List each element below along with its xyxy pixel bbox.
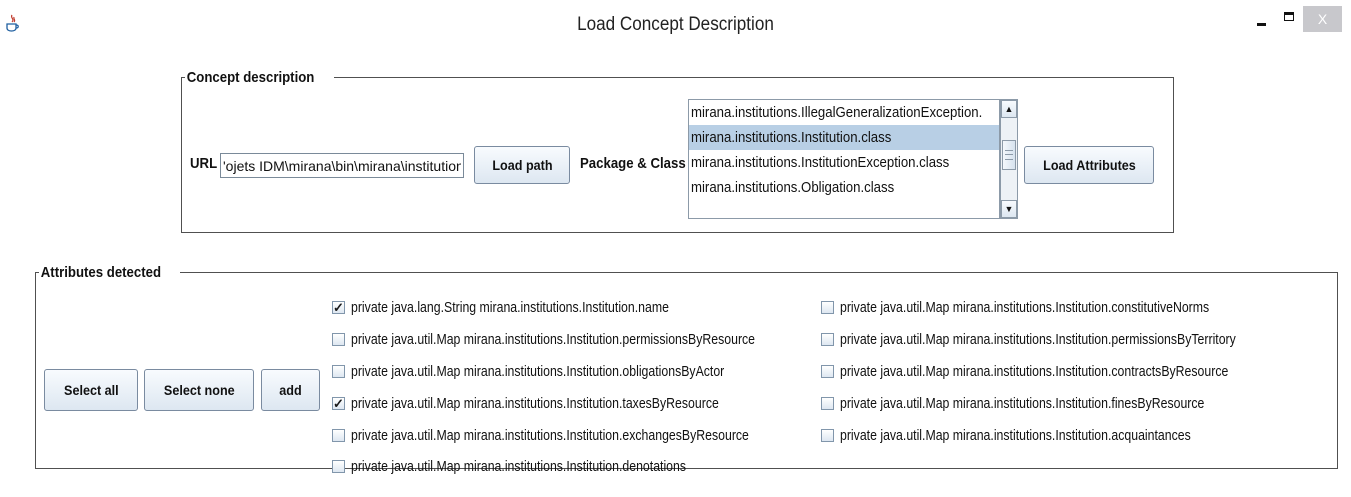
class-list-item[interactable]: mirana.institutions.Obligation.class bbox=[689, 175, 999, 200]
attribute-checkbox-row[interactable]: ✓ private java.util.Map mirana.instituti… bbox=[332, 393, 800, 413]
add-button[interactable]: add bbox=[261, 369, 320, 411]
checkbox[interactable] bbox=[821, 428, 834, 442]
attribute-label: private java.util.Map mirana.institution… bbox=[351, 426, 749, 444]
package-class-label: Package & Class bbox=[580, 155, 686, 172]
attribute-label: private java.util.Map mirana.institution… bbox=[840, 426, 1191, 444]
url-input[interactable] bbox=[220, 153, 464, 178]
maximize-icon bbox=[1284, 11, 1294, 21]
close-icon: X bbox=[1317, 11, 1328, 27]
minimize-button[interactable] bbox=[1248, 6, 1274, 32]
load-attributes-button[interactable]: Load Attributes bbox=[1024, 146, 1154, 184]
attribute-checkbox-row[interactable]: private java.util.Map mirana.institution… bbox=[332, 361, 806, 381]
load-path-button[interactable]: Load path bbox=[474, 146, 570, 184]
scroll-down-arrow-icon[interactable]: ▼ bbox=[1001, 200, 1017, 218]
attribute-label: private java.util.Map mirana.institution… bbox=[840, 330, 1236, 348]
scroll-thumb[interactable] bbox=[1002, 140, 1016, 170]
attribute-checkbox-row[interactable]: ✓ private java.lang.String mirana.instit… bbox=[332, 297, 739, 317]
attribute-label: private java.util.Map mirana.institution… bbox=[840, 394, 1205, 412]
checkbox[interactable]: ✓ bbox=[332, 396, 345, 410]
java-app-icon bbox=[6, 14, 19, 32]
grip-icon bbox=[1005, 150, 1013, 160]
load-attributes-label: Load Attributes bbox=[1042, 157, 1136, 173]
attribute-checkbox-row[interactable]: private java.util.Map mirana.institution… bbox=[821, 393, 1284, 413]
checkbox[interactable] bbox=[332, 332, 345, 346]
select-all-label: Select all bbox=[63, 382, 119, 398]
window-title: Load Concept Description bbox=[577, 14, 774, 35]
title-bar: Load Concept Description X bbox=[0, 0, 1351, 52]
attribute-label: private java.util.Map mirana.institution… bbox=[351, 394, 719, 412]
add-label: add bbox=[279, 382, 302, 398]
attribute-label: private java.util.Map mirana.institution… bbox=[351, 362, 725, 380]
url-label: URL bbox=[190, 155, 218, 172]
attribute-label: private java.util.Map mirana.institution… bbox=[840, 362, 1229, 380]
attribute-checkbox-row[interactable]: private java.util.Map mirana.institution… bbox=[821, 361, 1314, 381]
checkbox[interactable]: ✓ bbox=[332, 300, 345, 314]
checkbox[interactable] bbox=[821, 396, 834, 410]
attribute-label: private java.util.Map mirana.institution… bbox=[840, 298, 1210, 316]
checkbox[interactable] bbox=[821, 332, 834, 346]
attribute-label: private java.util.Map mirana.institution… bbox=[351, 330, 756, 348]
class-list-item[interactable]: mirana.institutions.IllegalGeneralizatio… bbox=[689, 100, 999, 125]
attribute-checkbox-row[interactable]: private java.util.Map mirana.institution… bbox=[821, 329, 1323, 349]
attribute-label: private java.util.Map mirana.institution… bbox=[351, 457, 687, 475]
select-none-label: Select none bbox=[163, 382, 235, 398]
attribute-label: private java.lang.String mirana.institut… bbox=[351, 298, 669, 316]
class-list-scrollbar[interactable]: ▲ ▼ bbox=[1000, 99, 1018, 219]
scroll-up-arrow-icon[interactable]: ▲ bbox=[1001, 100, 1017, 118]
attribute-checkbox-row[interactable]: private java.util.Map mirana.institution… bbox=[332, 425, 836, 445]
checkbox[interactable] bbox=[332, 459, 345, 473]
minimize-icon bbox=[1256, 22, 1266, 26]
attribute-checkbox-row[interactable]: private java.util.Map mirana.institution… bbox=[332, 329, 844, 349]
checkbox[interactable] bbox=[821, 300, 834, 314]
checkbox[interactable] bbox=[821, 364, 834, 378]
attributes-detected-legend: Attributes detected bbox=[40, 264, 162, 281]
close-button[interactable]: X bbox=[1303, 6, 1342, 32]
attribute-checkbox-row[interactable]: private java.util.Map mirana.institution… bbox=[821, 297, 1290, 317]
maximize-button[interactable] bbox=[1276, 6, 1302, 32]
select-none-button[interactable]: Select none bbox=[144, 369, 254, 411]
checkbox[interactable] bbox=[332, 364, 345, 378]
attribute-checkbox-row[interactable]: private java.util.Map mirana.institution… bbox=[821, 425, 1268, 445]
checkbox[interactable] bbox=[332, 428, 345, 442]
class-list[interactable]: mirana.institutions.IllegalGeneralizatio… bbox=[688, 99, 1000, 219]
attribute-checkbox-row[interactable]: private java.util.Map mirana.institution… bbox=[332, 456, 760, 476]
class-list-item[interactable]: mirana.institutions.InstitutionException… bbox=[689, 150, 999, 175]
class-list-item-selected[interactable]: mirana.institutions.Institution.class bbox=[689, 125, 999, 150]
concept-description-legend: Concept description bbox=[186, 69, 315, 86]
select-all-button[interactable]: Select all bbox=[44, 369, 138, 411]
load-path-label: Load path bbox=[491, 157, 553, 173]
